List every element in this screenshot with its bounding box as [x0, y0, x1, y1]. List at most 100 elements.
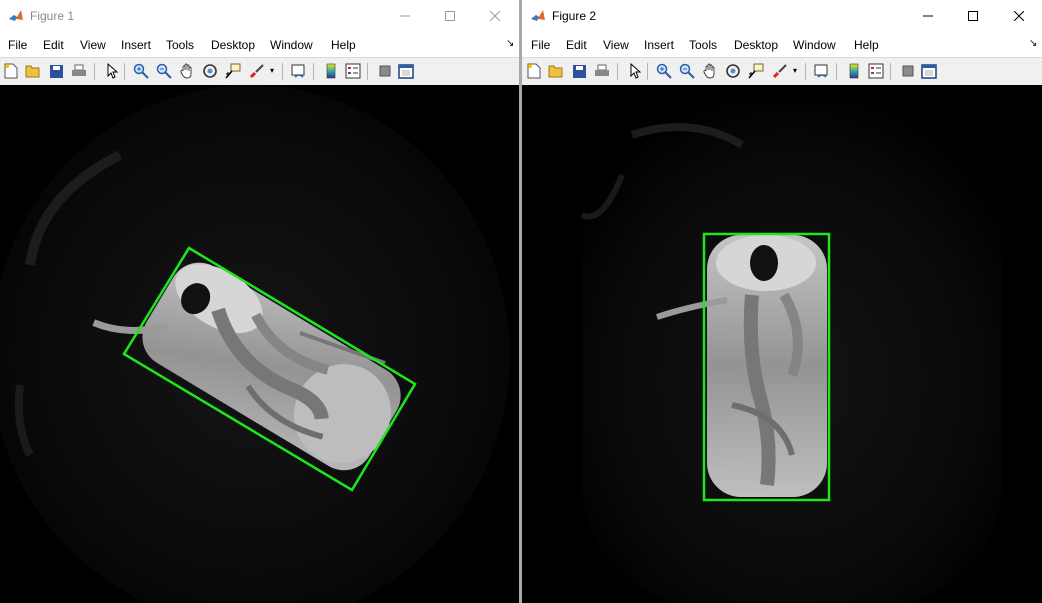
menu-bar: File Edit View Insert Tools Desktop Wind…: [0, 34, 519, 56]
link-plot-button[interactable]: [813, 62, 831, 80]
zoom-out-button[interactable]: [155, 62, 173, 80]
brush-dropdown-icon[interactable]: ▾: [270, 66, 274, 75]
brush-button[interactable]: [248, 62, 266, 80]
open-file-button[interactable]: [547, 62, 565, 80]
rotate-3d-button[interactable]: [201, 62, 219, 80]
depth-image: [580, 105, 1002, 603]
hide-plot-tools-button[interactable]: [376, 62, 394, 80]
insert-colorbar-button[interactable]: [845, 62, 863, 80]
save-button[interactable]: [47, 62, 65, 80]
insert-legend-icon: [868, 63, 884, 79]
menu-desktop[interactable]: Desktop: [211, 38, 255, 52]
new-figure-icon: [527, 63, 541, 79]
figure-toolbar: ▾: [0, 57, 519, 86]
menu-desktop[interactable]: Desktop: [734, 38, 778, 52]
link-plot-button[interactable]: [290, 62, 308, 80]
menu-view[interactable]: View: [603, 38, 629, 52]
zoom-in-icon: [656, 63, 672, 79]
title-bar[interactable]: Figure 2: [522, 0, 1042, 34]
menu-edit[interactable]: Edit: [43, 38, 64, 52]
print-button[interactable]: [593, 62, 611, 80]
edit-plot-button[interactable]: [103, 62, 121, 80]
menu-tools[interactable]: Tools: [689, 38, 717, 52]
menu-insert[interactable]: Insert: [121, 38, 151, 52]
insert-legend-button[interactable]: [344, 62, 362, 80]
minimize-icon: [923, 15, 933, 17]
print-button[interactable]: [70, 62, 88, 80]
menu-insert[interactable]: Insert: [644, 38, 674, 52]
figure-canvas[interactable]: [0, 85, 519, 603]
show-plot-tools-button[interactable]: [920, 62, 938, 80]
zoom-out-button[interactable]: [678, 62, 696, 80]
save-button[interactable]: [570, 62, 588, 80]
zoom-in-button[interactable]: [655, 62, 673, 80]
close-button[interactable]: [472, 0, 518, 32]
minimize-icon: [400, 15, 410, 17]
rotate-3d-button[interactable]: [724, 62, 742, 80]
maximize-button[interactable]: [427, 0, 473, 32]
toolbar-separator: [836, 63, 837, 80]
toolbar-separator: [367, 63, 368, 80]
edit-plot-button[interactable]: [626, 62, 644, 80]
insert-legend-icon: [345, 63, 361, 79]
zoom-out-icon: [679, 63, 695, 79]
print-icon: [72, 64, 86, 76]
save-icon: [572, 64, 586, 78]
dock-arrow-icon[interactable]: ↘: [1029, 38, 1037, 49]
insert-colorbar-icon: [326, 63, 336, 79]
pan-icon: [180, 63, 192, 79]
menu-view[interactable]: View: [80, 38, 106, 52]
close-icon: [1014, 11, 1024, 21]
hide-plot-tools-button[interactable]: [899, 62, 917, 80]
insert-legend-button[interactable]: [867, 62, 885, 80]
toolbar-separator: [890, 63, 891, 80]
menu-file[interactable]: File: [531, 38, 550, 52]
pan-button[interactable]: [701, 62, 719, 80]
data-cursor-button[interactable]: [747, 62, 765, 80]
brush-button[interactable]: [771, 62, 789, 80]
menu-tools[interactable]: Tools: [166, 38, 194, 52]
minimize-button[interactable]: [905, 0, 951, 32]
toolbar-separator: [124, 63, 125, 80]
save-icon: [49, 64, 63, 78]
figure-canvas[interactable]: [522, 85, 1042, 603]
open-file-button[interactable]: [24, 62, 42, 80]
hide-plot-tools-icon: [902, 65, 914, 77]
brush-icon: [249, 64, 264, 79]
menu-file[interactable]: File: [8, 38, 27, 52]
menu-bar: File Edit View Insert Tools Desktop Wind…: [522, 34, 1042, 56]
toolbar-separator: [94, 63, 95, 80]
insert-colorbar-icon: [849, 63, 859, 79]
show-plot-tools-button[interactable]: [397, 62, 415, 80]
menu-window[interactable]: Window: [793, 38, 836, 52]
maximize-icon: [445, 11, 455, 21]
zoom-in-button[interactable]: [132, 62, 150, 80]
figure-toolbar: ▾: [522, 57, 1042, 86]
open-file-icon: [25, 65, 40, 78]
title-bar[interactable]: Figure 1: [0, 0, 519, 34]
show-plot-tools-icon: [398, 63, 414, 79]
brush-dropdown-icon[interactable]: ▾: [793, 66, 797, 75]
menu-edit[interactable]: Edit: [566, 38, 587, 52]
close-button[interactable]: [996, 0, 1042, 32]
dock-arrow-icon[interactable]: ↘: [506, 38, 514, 49]
minimize-button[interactable]: [382, 0, 428, 32]
brush-icon: [772, 64, 787, 79]
menu-help[interactable]: Help: [331, 38, 356, 52]
insert-colorbar-button[interactable]: [322, 62, 340, 80]
edit-plot-icon: [630, 63, 641, 79]
new-figure-button[interactable]: [525, 62, 543, 80]
pan-button[interactable]: [178, 62, 196, 80]
data-cursor-button[interactable]: [224, 62, 242, 80]
matlab-icon: [531, 10, 545, 21]
menu-help[interactable]: Help: [854, 38, 879, 52]
depth-image: [0, 85, 510, 603]
zoom-out-icon: [156, 63, 172, 79]
print-icon: [595, 64, 609, 76]
link-plot-icon: [814, 64, 828, 78]
menu-window[interactable]: Window: [270, 38, 313, 52]
matlab-icon: [9, 10, 23, 21]
new-figure-button[interactable]: [2, 62, 20, 80]
maximize-button[interactable]: [950, 0, 996, 32]
toolbar-separator: [282, 63, 283, 80]
